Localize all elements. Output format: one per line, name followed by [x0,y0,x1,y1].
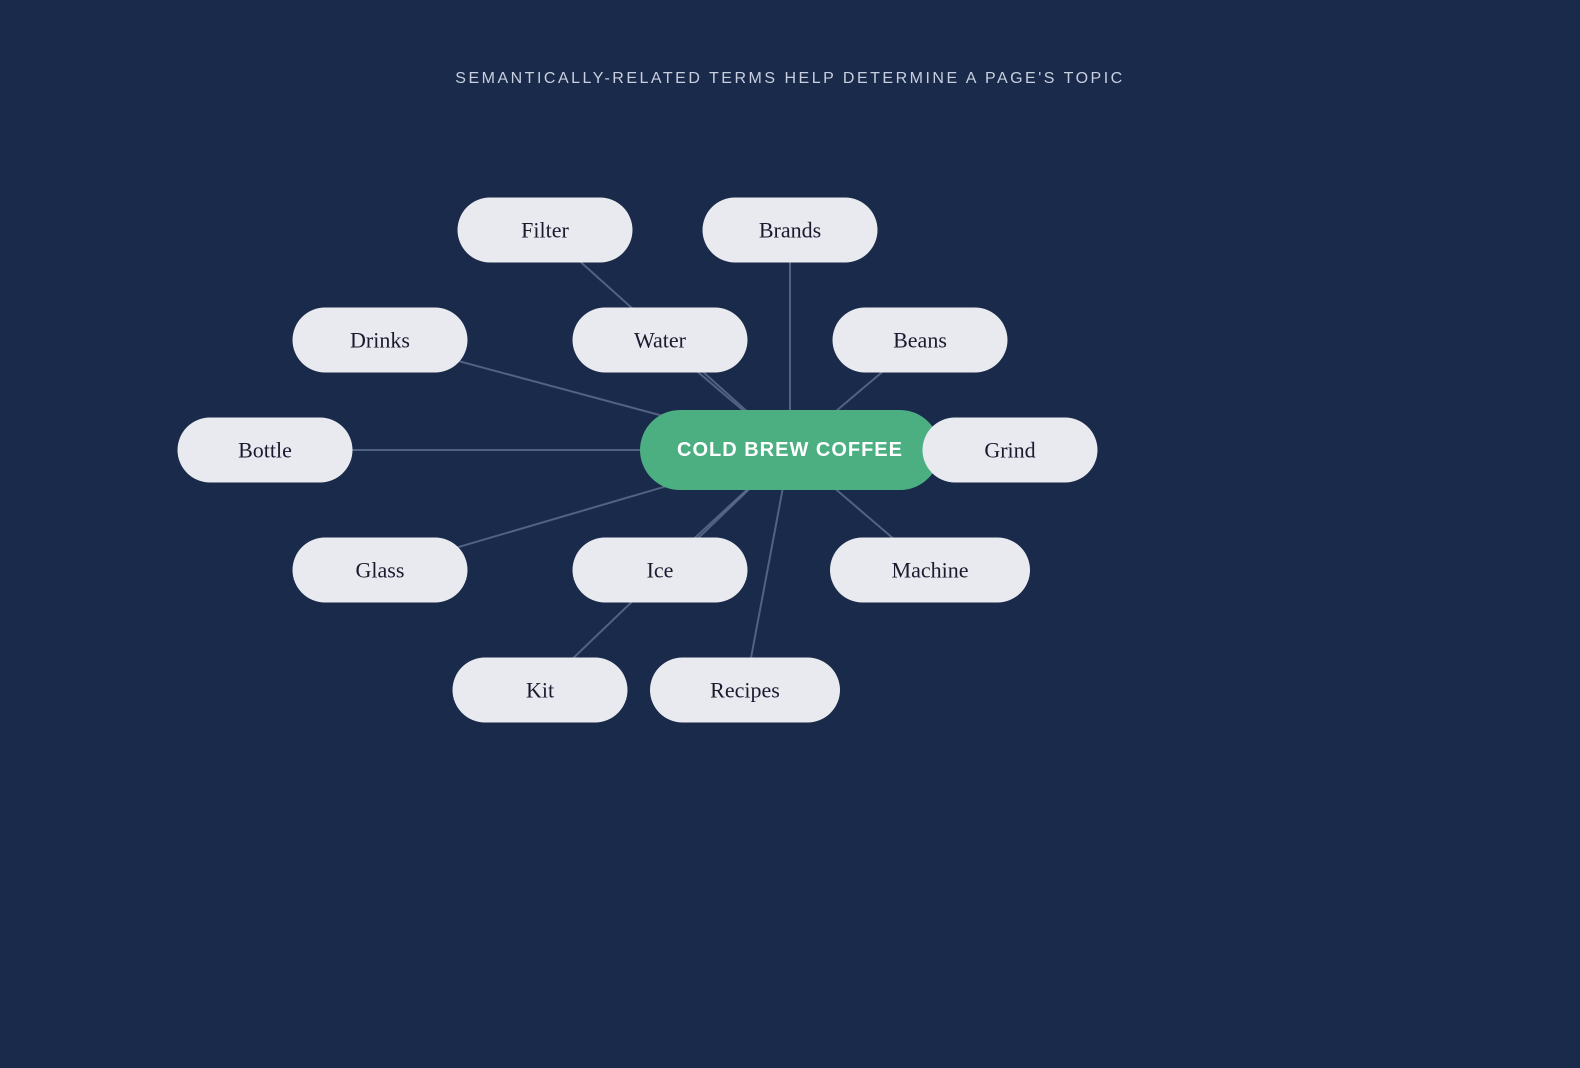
page-title: SEMANTICALLY-RELATED TERMS HELP DETERMIN… [0,0,1580,88]
node-recipes: Recipes [650,658,840,723]
node-ice: Ice [573,538,748,603]
node-glass: Glass [293,538,468,603]
node-filter: Filter [458,198,633,263]
node-kit: Kit [453,658,628,723]
diagram-container: COLD BREW COFFEE Filter Brands Drinks Water B… [0,140,1580,1068]
node-drinks: Drinks [293,308,468,373]
node-machine: Machine [830,538,1030,603]
node-bottle: Bottle [178,418,353,483]
connections-svg [0,140,1580,1068]
node-water: Water [573,308,748,373]
node-brands: Brands [703,198,878,263]
center-node: COLD BREW COFFEE [640,410,940,490]
node-beans: Beans [833,308,1008,373]
node-grind: Grind [923,418,1098,483]
